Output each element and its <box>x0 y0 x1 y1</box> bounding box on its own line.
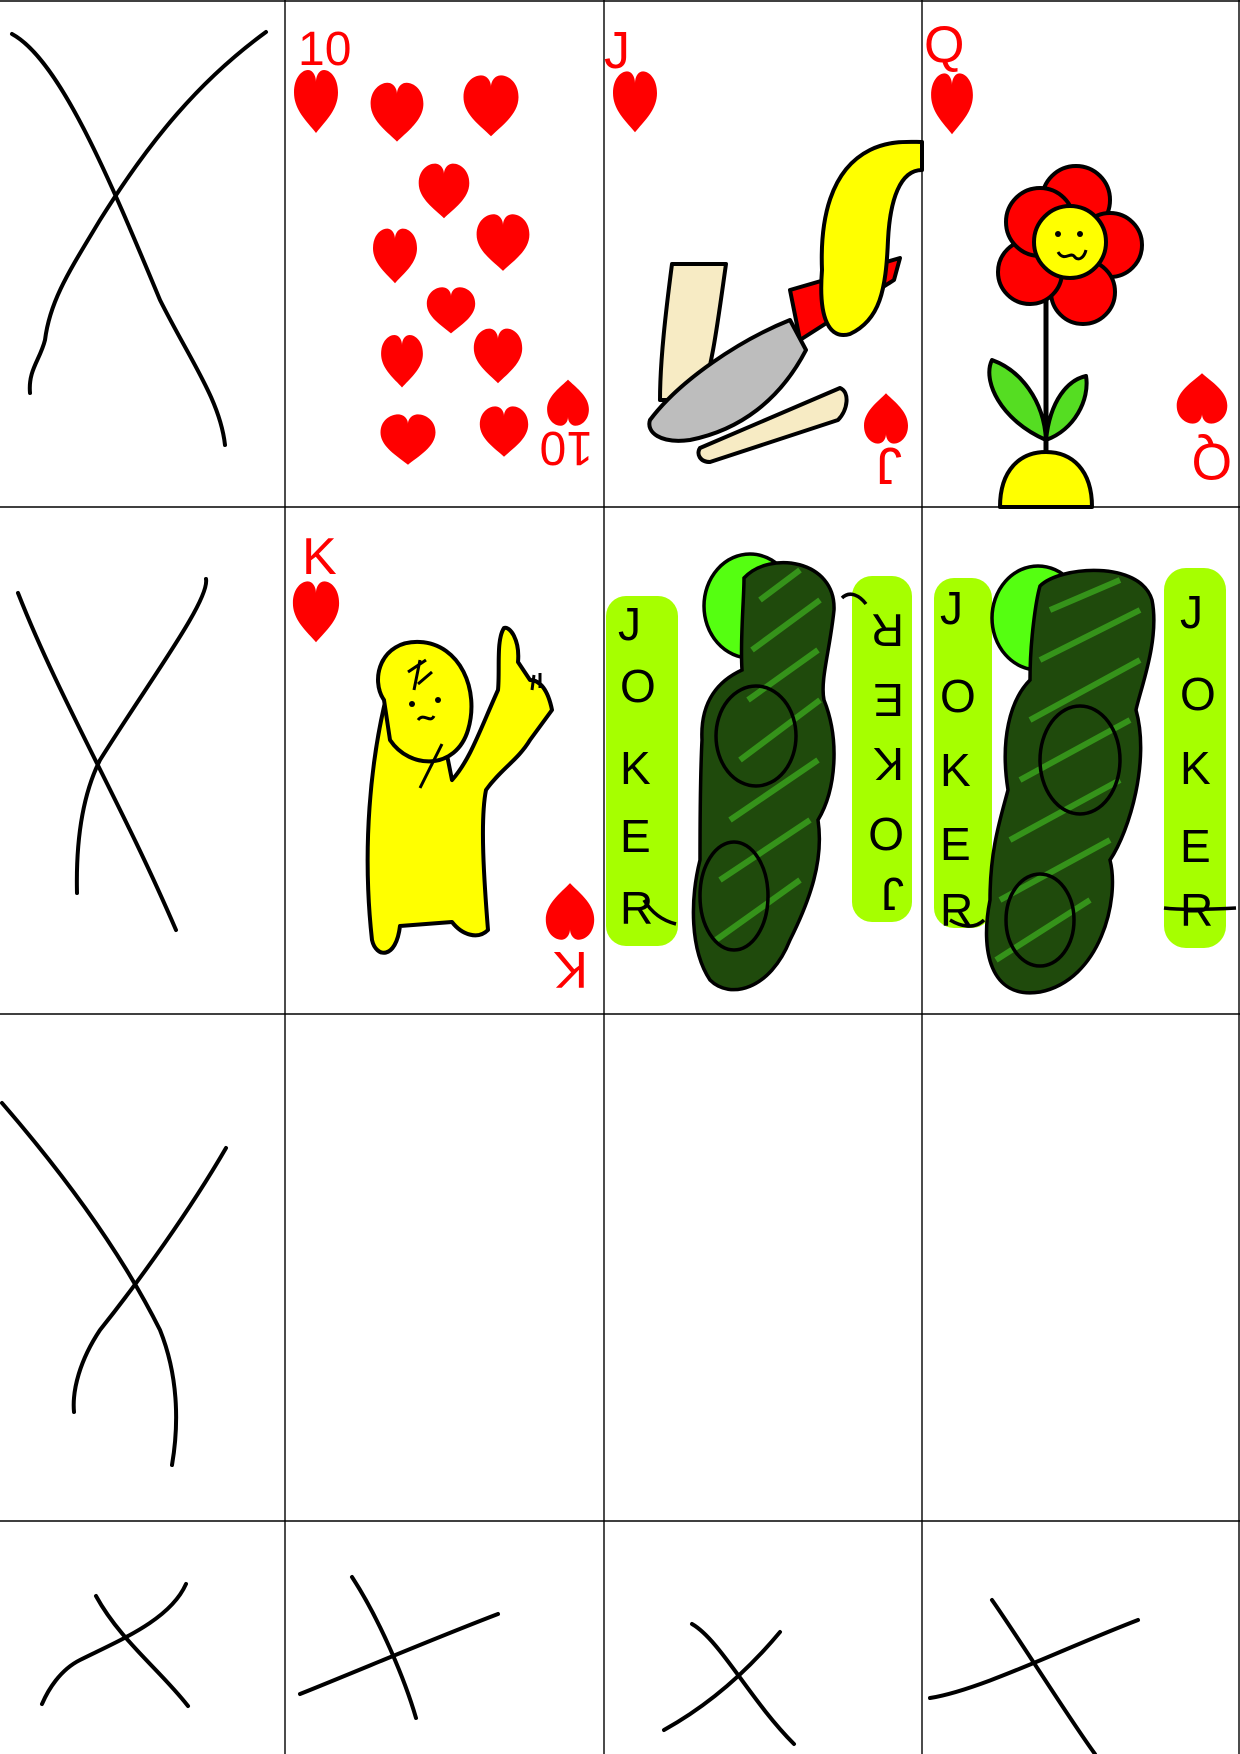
flower-face <box>1032 204 1108 280</box>
joker-2-right-letter-o: O <box>1180 668 1216 720</box>
card-jack-rank-bottom: J <box>876 436 902 494</box>
card-jack-rank-top: J <box>604 22 630 80</box>
joker-1-letter-k: K <box>620 742 651 794</box>
joker-2-right-letter-r: R <box>1180 884 1213 936</box>
joker-2-letter-r: R <box>940 884 973 936</box>
joker-2-letter-j: J <box>940 582 963 634</box>
joker-1-letter-r: R <box>620 882 653 934</box>
joker-1-inv-letter-o: O <box>868 808 904 860</box>
card-queen-rank-bottom: Q <box>1192 432 1232 490</box>
joker-2-right-letter-j: J <box>1180 586 1203 638</box>
joker-1-letter-o: O <box>620 660 656 712</box>
joker-2-right-letter-k: K <box>1180 742 1211 794</box>
joker-2-letter-e: E <box>940 818 971 870</box>
joker-1-inv-letter-j: J <box>881 868 904 920</box>
joker-2-letter-o: O <box>940 670 976 722</box>
joker-1-inv-letter-r: R <box>871 604 904 656</box>
card-king-rank-bottom: K <box>553 940 588 998</box>
joker-1-letter-j: J <box>618 598 641 650</box>
joker-1-inv-letter-k: K <box>873 738 904 790</box>
joker-2-letter-k: K <box>940 744 971 796</box>
card-sheet: 10 10 J J Q Q K K J O K E R J O K E R J … <box>0 0 1240 1754</box>
card-ten-rank-top: 10 <box>298 23 351 76</box>
joker-1-inv-letter-e: E <box>873 674 904 726</box>
card-king-rank-top: K <box>302 528 337 586</box>
joker-1-letter-e: E <box>620 810 651 862</box>
card-ten-rank-bottom: 10 <box>540 421 593 474</box>
joker-2-right-letter-e: E <box>1180 820 1211 872</box>
card-queen-rank-top: Q <box>924 16 964 74</box>
